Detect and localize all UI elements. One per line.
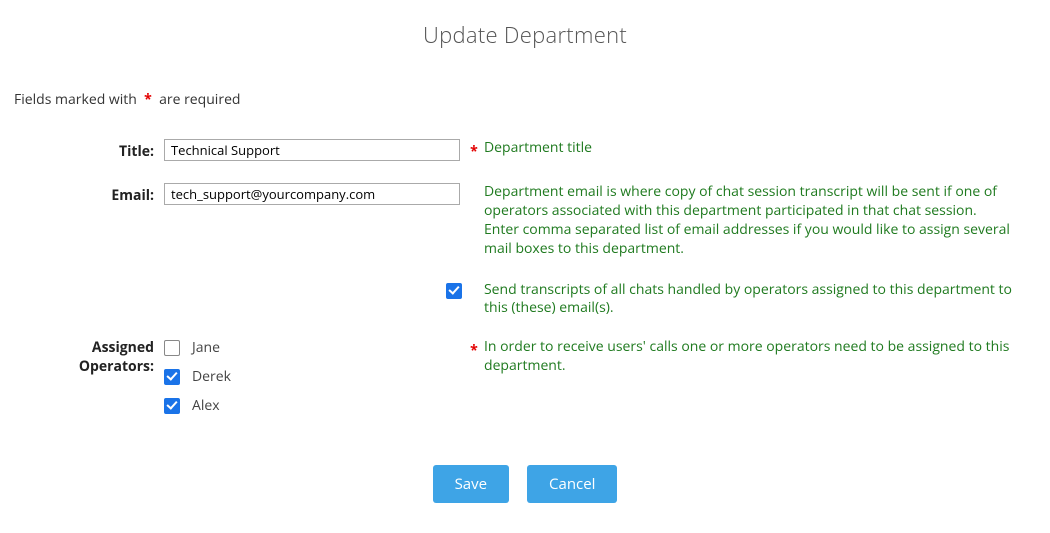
operator-checkbox-derek[interactable] — [164, 369, 180, 385]
button-row: Save Cancel — [14, 465, 1036, 503]
operator-item[interactable]: Derek — [164, 367, 464, 386]
title-row: Title: * Department title — [14, 139, 1036, 161]
title-hint: Department title — [484, 139, 1036, 158]
operators-label: Assigned Operators: — [14, 338, 164, 376]
operator-item[interactable]: Alex — [164, 396, 464, 415]
operator-checkbox-jane[interactable] — [164, 340, 180, 356]
operator-name: Alex — [192, 396, 220, 415]
operator-checkbox-alex[interactable] — [164, 398, 180, 414]
operator-name: Jane — [192, 338, 220, 357]
send-transcripts-hint: Send transcripts of all chats handled by… — [484, 281, 1036, 319]
save-button[interactable]: Save — [433, 465, 509, 503]
required-note-suffix: are required — [159, 90, 240, 109]
operator-name: Derek — [192, 367, 231, 386]
title-label: Title: — [14, 139, 164, 161]
email-row: Email: Department email is where copy of… — [14, 183, 1036, 259]
page-title: Update Department — [14, 20, 1036, 50]
asterisk-icon: * — [144, 90, 152, 109]
email-hint: Department email is where copy of chat s… — [484, 183, 1036, 259]
required-note-prefix: Fields marked with — [14, 90, 137, 109]
title-required-icon: * — [470, 142, 478, 161]
required-fields-note: Fields marked with * are required — [14, 90, 1036, 109]
operators-required-icon: * — [470, 341, 478, 360]
send-transcripts-checkbox[interactable] — [446, 283, 462, 299]
operator-item[interactable]: Jane — [164, 338, 464, 357]
update-department-form: Update Department Fields marked with * a… — [0, 0, 1050, 533]
send-transcripts-row: Send transcripts of all chats handled by… — [14, 281, 1036, 319]
operator-list: Jane Derek Alex — [164, 338, 464, 415]
title-input[interactable] — [164, 139, 460, 161]
operators-row: Assigned Operators: Jane Derek Alex * In… — [14, 338, 1036, 415]
cancel-button[interactable]: Cancel — [527, 465, 617, 503]
email-label: Email: — [14, 183, 164, 205]
operators-hint: In order to receive users' calls one or … — [484, 338, 1036, 376]
email-input[interactable] — [164, 183, 460, 205]
